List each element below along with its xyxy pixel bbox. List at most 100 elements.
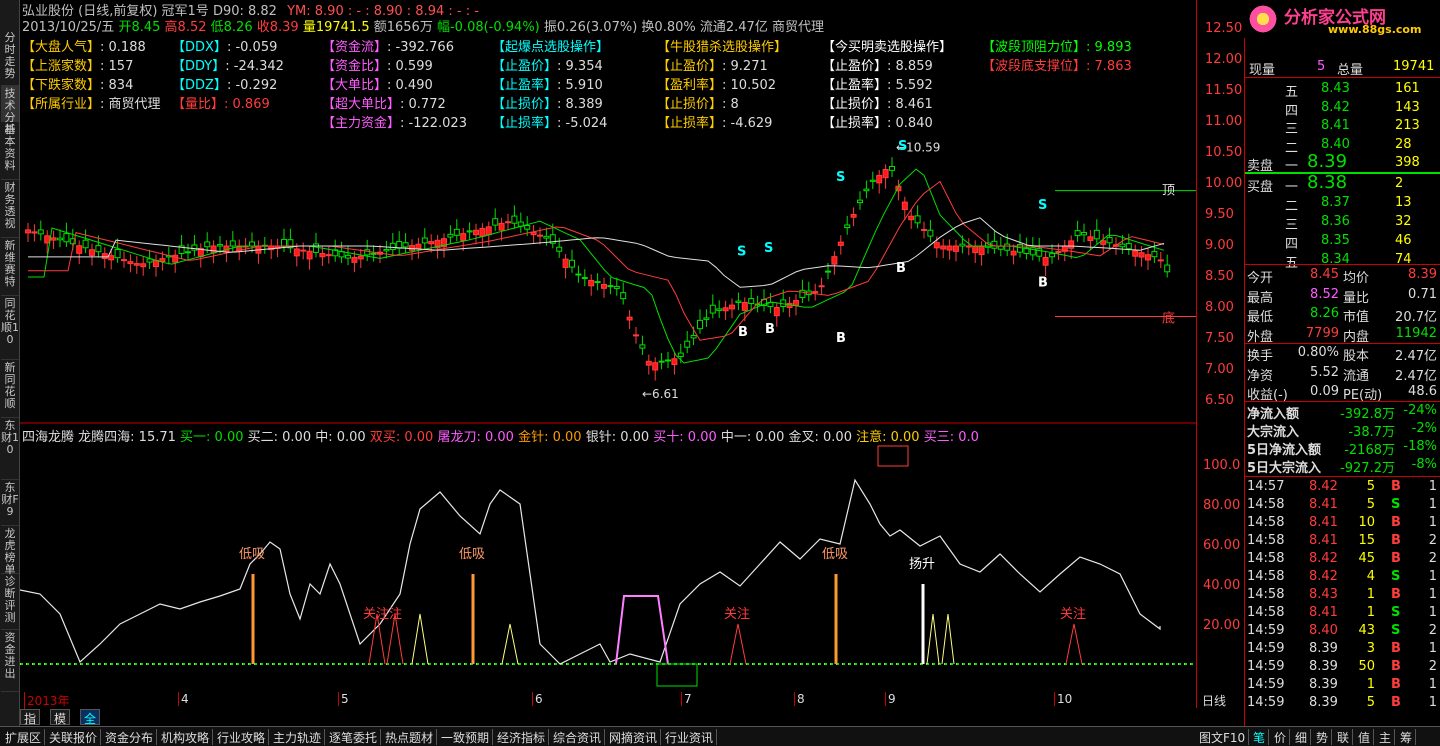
- period-label[interactable]: 日线: [1202, 692, 1226, 709]
- left-tab-3[interactable]: 财务透视: [1, 180, 19, 238]
- stat-cell: 2.47亿: [1395, 368, 1437, 384]
- bid-volume: 13: [1395, 195, 1412, 210]
- bottom-tab-4[interactable]: 行业攻略: [214, 729, 270, 745]
- bid-price: 8.35: [1321, 233, 1350, 248]
- indicator-col4-0: 【起爆点选股操作】: [492, 36, 609, 55]
- date-tick: 4: [178, 692, 189, 706]
- bottom-tab-11[interactable]: 网摘资讯: [606, 729, 662, 745]
- bottom-tab-7[interactable]: 热点题材: [382, 729, 438, 745]
- indicator-value: : 5.592: [887, 78, 933, 93]
- tick-row: 14:59 8.39 5 B 1: [1245, 694, 1440, 712]
- left-tab-1[interactable]: 技术分析: [1, 86, 19, 136]
- bottom-tab-8[interactable]: 一致预期: [438, 729, 494, 745]
- bottom-tab-10[interactable]: 综合资讯: [550, 729, 606, 745]
- candle-body: [882, 168, 889, 179]
- candle-body: [389, 242, 396, 251]
- tick-volume: 43: [1358, 623, 1375, 638]
- sell-signal-6: S: [764, 241, 773, 256]
- indicator-key: 【波段底支撑位】: [982, 59, 1087, 74]
- view-tab-1[interactable]: 笔: [1250, 729, 1270, 745]
- bid-volume: 46: [1395, 233, 1412, 248]
- sihai-longteng-indicator-chart[interactable]: 低吸 低吸 低吸扬升关注注 关注 关注: [20, 424, 1242, 692]
- ask-row: 卖盘一 8.39 398: [1245, 151, 1440, 174]
- ask-level: 二: [1285, 140, 1299, 156]
- tick-time: 14:59: [1247, 677, 1285, 692]
- left-tab-10[interactable]: 诊断评测: [1, 574, 19, 630]
- candle-body: [914, 215, 921, 224]
- stat-cell: 今开: [1247, 271, 1274, 286]
- left-tab-9[interactable]: 龙虎榜单: [1, 526, 19, 576]
- left-tab-7[interactable]: 东财10: [1, 418, 19, 480]
- bottom-tab-3[interactable]: 机构攻略: [158, 729, 214, 745]
- view-tab-3[interactable]: 细: [1292, 729, 1312, 745]
- bottom-tab-9[interactable]: 经济指标: [494, 729, 550, 745]
- sell-signal-5: S: [737, 244, 746, 259]
- candle-body: [741, 302, 748, 311]
- tick-side: S: [1391, 605, 1401, 620]
- left-tab-11[interactable]: 资金进出: [1, 630, 19, 692]
- bottom-tab-5[interactable]: 主力轨迹: [270, 729, 326, 745]
- candle-body: [1087, 236, 1094, 242]
- bottom-tab-6[interactable]: 逐笔委托: [326, 729, 382, 745]
- date-axis: 2013年 4 5 6 7 8 9 10 日线: [20, 692, 1242, 709]
- tick-time: 14:59: [1247, 641, 1285, 656]
- bottom-toolbar: 扩展区 关联报价 资金分布 机构攻略 行业攻略 主力轨迹 逐笔委托 热点题材 一致预期 经济指标综…: [0, 726, 1440, 746]
- view-tab-0[interactable]: 图文F10: [1196, 729, 1250, 745]
- ask-price: 8.39: [1307, 151, 1348, 172]
- view-tab-5[interactable]: 联: [1334, 729, 1354, 745]
- bottom-tab-0[interactable]: 扩展区: [2, 729, 46, 745]
- stat-cell: 20.7亿: [1395, 310, 1437, 325]
- candle-body: [1055, 250, 1062, 253]
- candle-body: [293, 248, 300, 257]
- bid-row: 买盘一 8.38 2: [1245, 172, 1440, 195]
- candle-body: [89, 249, 95, 256]
- candle-body: [357, 255, 364, 260]
- tick-row: 14:59 8.39 1 B 1: [1245, 676, 1440, 694]
- quote-chg: 幅-0.08(-0.94%): [436, 20, 540, 35]
- left-tab-2[interactable]: 基本资料: [1, 122, 19, 180]
- bottom-tab-2[interactable]: 资金分布: [102, 729, 158, 745]
- left-tab-4[interactable]: 新维赛特: [1, 238, 19, 296]
- indicator-tab-0[interactable]: 指标: [20, 709, 41, 743]
- stat-row: 今开 8.45 均价 8.39: [1245, 266, 1440, 286]
- left-tab-0[interactable]: 分时走势: [1, 30, 19, 86]
- view-tab-4[interactable]: 势: [1313, 729, 1333, 745]
- sub-label-4: 关注注: [363, 607, 402, 622]
- candle-body: [453, 228, 460, 236]
- quote-date: 2013/10/25/五: [22, 20, 115, 35]
- bottom-tab-1[interactable]: 关联报价: [46, 729, 102, 745]
- left-tab-8[interactable]: 东财F9: [1, 480, 19, 526]
- candle-body: [997, 245, 1004, 250]
- candle-body: [402, 242, 409, 248]
- view-tab-8[interactable]: 筹: [1397, 729, 1417, 745]
- left-tab-5[interactable]: 同花顺10: [1, 296, 19, 360]
- view-tab-6[interactable]: 值: [1355, 729, 1375, 745]
- date-tick: 5: [338, 692, 349, 706]
- indicator-key: 【止盈价】: [822, 59, 888, 74]
- red-box: [877, 445, 909, 467]
- tick-price: 8.41: [1309, 605, 1338, 620]
- indicator-col4-3: 【止损价】: 8.389: [492, 93, 603, 112]
- left-tab-6[interactable]: 新同花顺: [1, 360, 19, 418]
- tick-count: 1: [1428, 695, 1437, 710]
- indicator-value: : 8: [722, 97, 739, 112]
- view-tab-2[interactable]: 价: [1271, 729, 1291, 745]
- indicator-key: 【止盈率】: [492, 78, 558, 93]
- candle-body: [204, 241, 211, 248]
- indicator-tab-1[interactable]: 模板: [50, 709, 71, 743]
- bottom-tab-12[interactable]: 行业资讯: [662, 729, 718, 745]
- stat-cell: 0.71: [1408, 286, 1437, 302]
- candle-body: [1010, 250, 1017, 256]
- bottom-label: 底: [1162, 310, 1175, 326]
- candle-body: [345, 254, 351, 259]
- bid-level: 三: [1285, 218, 1299, 233]
- candle-body: [127, 261, 134, 265]
- candle-body: [191, 244, 198, 251]
- tick-count: 1: [1428, 605, 1437, 620]
- indicator-col2-1: 【DDY】: -24.342: [172, 55, 284, 74]
- view-tab-7[interactable]: 主: [1376, 729, 1396, 745]
- candle-body: [703, 317, 710, 320]
- candle-body: [953, 245, 959, 252]
- indicator-tab-2[interactable]: 全部: [80, 709, 101, 743]
- candle-body: [927, 229, 934, 237]
